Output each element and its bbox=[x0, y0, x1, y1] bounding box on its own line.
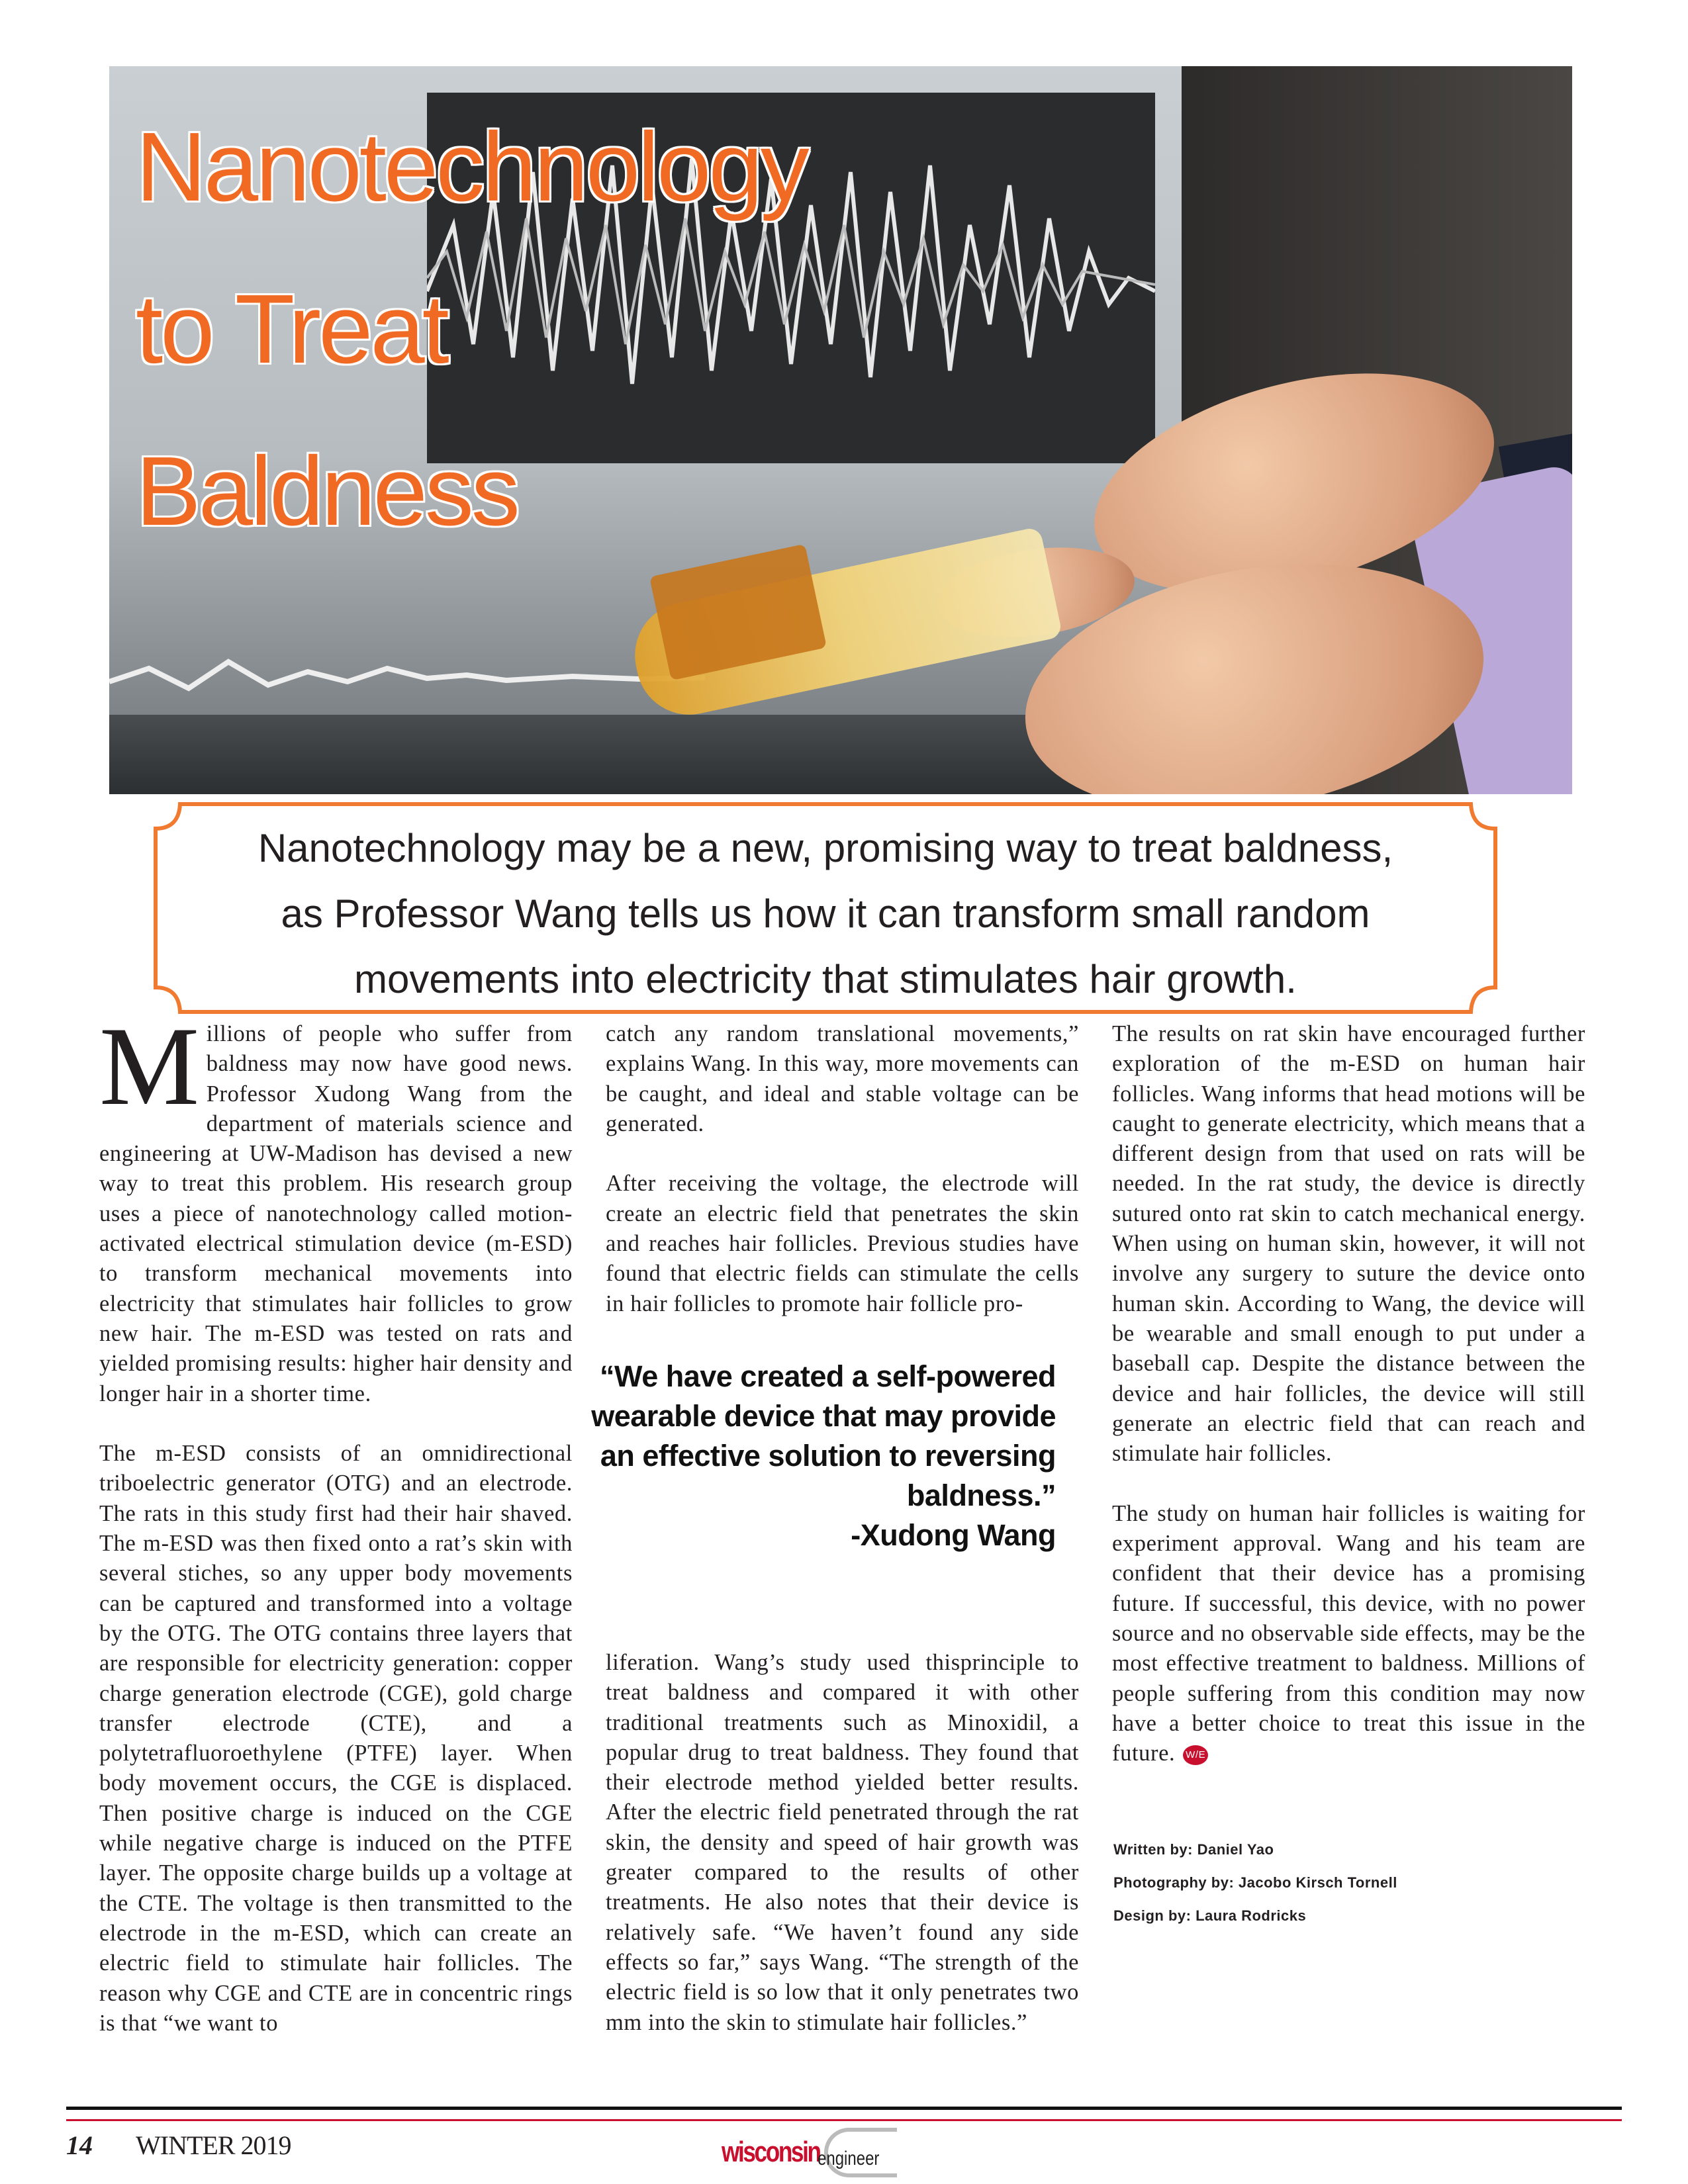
credits: Written by: Daniel Yao Photography by: J… bbox=[1113, 1833, 1397, 1933]
title-line: to Treat bbox=[136, 275, 449, 384]
article-title: Nanotechnology to Treat Baldness bbox=[136, 86, 810, 572]
body-paragraph: liferation. Wang’s study used thisprinci… bbox=[606, 1650, 1079, 2035]
callout-line: Nanotechnology may be a new, promising w… bbox=[258, 826, 1393, 870]
callout-line: movements into electricity that stimulat… bbox=[354, 957, 1297, 1001]
logo-wordmark-secondary: engineer bbox=[818, 2148, 880, 2169]
body-paragraph: The study on human hair follicles is wai… bbox=[1112, 1500, 1585, 1766]
magazine-page: Nanotechnology to Treat Baldness Nanotec… bbox=[0, 0, 1688, 2184]
body-paragraph: catch any random translational movements… bbox=[606, 1021, 1079, 1136]
wisconsin-engineer-logo: wisconsin engineer bbox=[715, 2128, 907, 2177]
article-column-3: The results on rat skin have encouraged … bbox=[1112, 1019, 1585, 1799]
title-line: Nanotechnology bbox=[136, 113, 810, 222]
end-mark-icon: W/E bbox=[1183, 1745, 1209, 1766]
lower-waveform-graphic bbox=[109, 659, 705, 692]
credit-photography: Photography by: Jacobo Kirsch Tornell bbox=[1113, 1874, 1397, 1891]
pull-quote: “We have created a self-powered wearable… bbox=[569, 1357, 1056, 1555]
pull-quote-text: “We have created a self-powered wearable… bbox=[591, 1359, 1056, 1512]
drop-cap: M bbox=[99, 1004, 200, 1128]
page-number: 14 bbox=[66, 2130, 93, 2160]
subtitle-callout: Nanotechnology may be a new, promising w… bbox=[154, 802, 1497, 1014]
body-paragraph: After receiving the voltage, the electro… bbox=[606, 1171, 1079, 1316]
article-column-1: Millions of people who suffer from baldn… bbox=[99, 1004, 573, 2068]
title-line: Baldness bbox=[136, 437, 520, 546]
article-column-2-bottom: liferation. Wang’s study used thisprinci… bbox=[606, 1648, 1079, 2068]
body-paragraph: The m-ESD consists of an omnidirectional… bbox=[99, 1441, 573, 2036]
callout-line: as Professor Wang tells us how it can tr… bbox=[281, 891, 1370, 936]
credit-writer: Written by: Daniel Yao bbox=[1113, 1841, 1274, 1858]
footer-rule-red bbox=[66, 2119, 1622, 2121]
credit-design: Design by: Laura Rodricks bbox=[1113, 1907, 1307, 1924]
pull-quote-attribution: -Xudong Wang bbox=[851, 1518, 1056, 1552]
issue-label: WINTER 2019 bbox=[136, 2130, 292, 2160]
article-column-2-top: catch any random translational movements… bbox=[606, 1019, 1079, 1349]
logo-wordmark-primary: wisconsin bbox=[722, 2136, 821, 2168]
footer-rule-black bbox=[66, 2107, 1622, 2110]
body-paragraph: The results on rat skin have encouraged … bbox=[1112, 1021, 1585, 1467]
